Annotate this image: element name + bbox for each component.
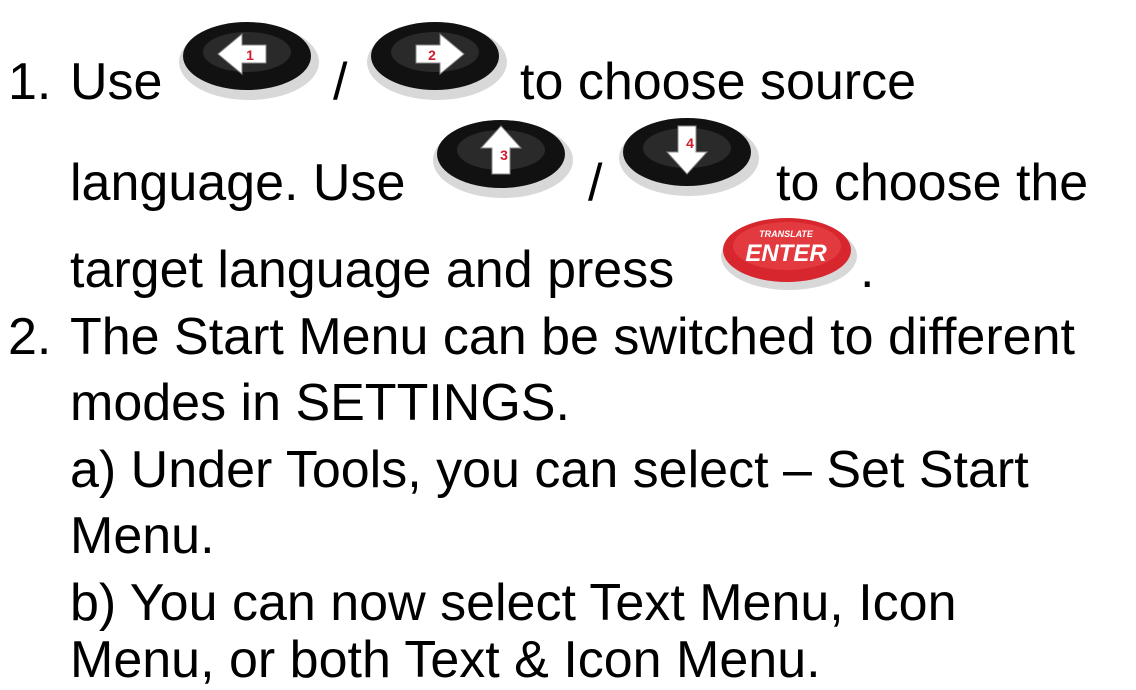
enter-button-top-label: TRANSLATE	[759, 229, 814, 239]
step2-text-line2: modes in SETTINGS.	[70, 374, 570, 432]
arrow-up-icon: 3	[428, 110, 578, 202]
step1-slash-2: /	[588, 154, 603, 212]
step1-text-choose-the: to choose the	[776, 154, 1089, 212]
button-digit-1: 1	[246, 47, 254, 63]
step2-number: 2.	[8, 308, 52, 366]
button-digit-3: 3	[500, 147, 508, 163]
step2-sub-a-text-line1: a) Under Tools, you can select – Set Sta…	[70, 441, 1029, 499]
step1-text-use: Use	[70, 53, 163, 111]
step2-sub-b-text-line1: b) You can now select Text Menu, Icon	[70, 574, 957, 632]
step1-period: .	[860, 241, 875, 299]
step2-text-line1: The Start Menu can be switched to differ…	[70, 308, 1075, 366]
button-digit-4: 4	[686, 135, 694, 151]
step1-slash-1: /	[333, 53, 348, 111]
button-digit-2: 2	[428, 47, 436, 63]
step2-sub-a-text-line2: Menu.	[70, 507, 215, 565]
enter-button-label: ENTER	[745, 240, 827, 267]
step1-text-target-language: target language and press	[70, 241, 675, 299]
arrow-left-icon: 1	[174, 12, 324, 104]
arrow-right-icon: 2	[362, 12, 512, 104]
step1-text-choose-source: to choose source	[520, 53, 917, 111]
step2-sub-b-text-line2: Menu, or both Text & Icon Menu.	[70, 631, 821, 689]
step1-number: 1.	[8, 53, 52, 111]
step1-text-language-use: language. Use	[70, 154, 406, 212]
arrow-down-icon: 4	[614, 108, 764, 200]
translate-enter-icon: TRANSLATE ENTER	[716, 210, 862, 294]
